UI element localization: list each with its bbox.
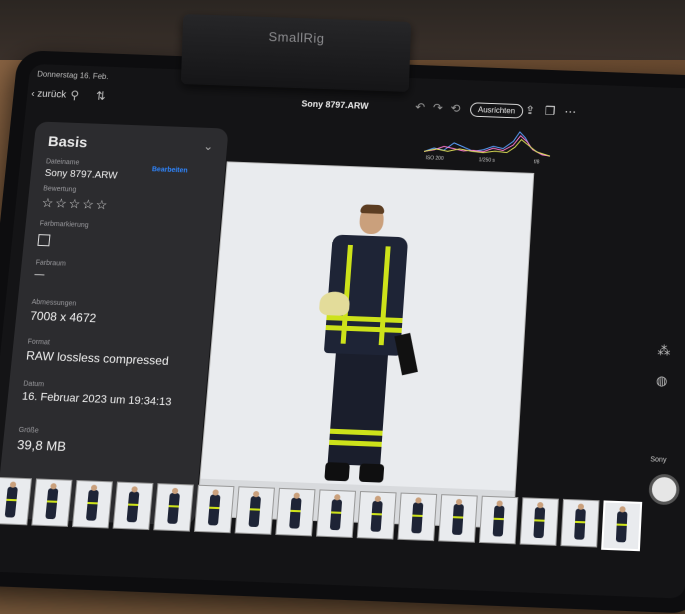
- histogram-shutter: 1/250 s: [478, 157, 496, 164]
- colorspace-value: —: [33, 269, 45, 281]
- rating-label: Bewertung: [42, 185, 77, 194]
- thumbnail-figure: [126, 491, 140, 523]
- color-label: Farbmarkierung: [39, 220, 89, 230]
- thumbnail-figure: [533, 506, 546, 539]
- thumbnail[interactable]: [153, 483, 194, 532]
- edit-filename-link[interactable]: Bearbeiten: [152, 166, 188, 174]
- thumbnail[interactable]: [316, 489, 357, 539]
- histogram-aperture: f/8: [533, 159, 540, 166]
- size-label: Größe: [18, 426, 39, 435]
- thumbnail-figure: [4, 486, 18, 518]
- panel-title: Basis: [47, 133, 89, 152]
- figure-boot: [358, 463, 385, 483]
- thumbnail[interactable]: [0, 476, 32, 526]
- firefighter-figure: [301, 204, 432, 498]
- format-value: RAW lossless compressed: [25, 348, 170, 368]
- chevron-down-icon[interactable]: ⌄: [203, 139, 214, 153]
- tablet-device: Donnerstag 16. Feb. ‹ zurück ⚲ ⇅ Sony 87…: [0, 50, 685, 614]
- dimensions-label: Abmessungen: [31, 298, 77, 308]
- date-label: Datum: [22, 380, 45, 389]
- clamp-brand-logo: SmallRig: [268, 29, 325, 46]
- thumbnail[interactable]: [112, 481, 154, 531]
- capture-label: Sony: [650, 456, 667, 465]
- info-panel: Basis ⌄ Dateiname Sony 8797.ARW Bearbeit…: [0, 121, 229, 526]
- adjust-icon[interactable]: ◍: [656, 373, 668, 389]
- thumbnail-figure: [574, 508, 586, 540]
- thumbnail-figure: [207, 494, 221, 526]
- sort-icon[interactable]: ⇅: [95, 89, 106, 103]
- thumbnail-figure: [370, 500, 383, 532]
- filename-label: Dateiname: [45, 158, 80, 167]
- thumbnail-figure: [492, 505, 505, 537]
- reset-icon[interactable]: ⟲: [450, 102, 461, 116]
- colorspace-label: Farbraum: [35, 259, 67, 268]
- thumbnail-figure: [45, 488, 59, 520]
- figure-helmet: [318, 291, 351, 316]
- thumbnail[interactable]: [438, 494, 478, 543]
- back-button[interactable]: ‹ zurück: [31, 89, 67, 101]
- rating-stars[interactable]: ☆☆☆☆☆: [41, 195, 110, 213]
- thumbnail[interactable]: [397, 492, 438, 542]
- dimensions-value: 7008 x 4672: [29, 308, 97, 326]
- filename-value: Sony 8797.ARW: [44, 168, 118, 182]
- format-label: Format: [27, 338, 51, 347]
- histogram: ISO 200 1/250 s f/8: [423, 125, 551, 168]
- more-icon[interactable]: ⋯: [564, 105, 577, 119]
- edit-button[interactable]: Ausrichten: [469, 102, 524, 119]
- tablet-screen: Donnerstag 16. Feb. ‹ zurück ⚲ ⇅ Sony 87…: [0, 63, 685, 599]
- figure-gloves: [394, 332, 418, 376]
- thumbnail[interactable]: [519, 497, 559, 546]
- tablet-clamp: SmallRig: [180, 14, 412, 92]
- thumbnail[interactable]: [31, 478, 73, 527]
- color-label-checkbox[interactable]: [37, 234, 51, 247]
- back-label: zurück: [36, 88, 67, 101]
- size-value: 39,8 MB: [16, 436, 67, 455]
- thumbnail[interactable]: [275, 487, 316, 537]
- thumbnail-figure: [451, 503, 464, 536]
- image-title: Sony 8797.ARW: [301, 98, 369, 111]
- thumbnail-figure: [85, 489, 99, 521]
- undo-icon[interactable]: ↶: [415, 100, 426, 114]
- thumbnail[interactable]: [234, 486, 275, 535]
- home-indicator[interactable]: [293, 591, 417, 599]
- thumbnail[interactable]: [71, 479, 113, 529]
- thumbnail[interactable]: [560, 498, 600, 548]
- magic-wand-icon[interactable]: ⁂: [657, 343, 671, 359]
- thumbnail-figure: [167, 492, 180, 524]
- thumbnail-selected[interactable]: [601, 500, 643, 552]
- figure-boot: [324, 462, 350, 482]
- filter-icon[interactable]: ⚲: [70, 88, 80, 102]
- copy-icon[interactable]: ❐: [544, 104, 555, 118]
- thumbnail-figure: [615, 511, 628, 543]
- redo-icon[interactable]: ↷: [432, 101, 443, 115]
- thumbnail[interactable]: [356, 490, 397, 540]
- histogram-iso: ISO 200: [425, 155, 444, 162]
- thumbnail-figure: [289, 497, 302, 529]
- thumbnail-figure: [411, 502, 424, 534]
- filmstrip: [0, 476, 644, 564]
- figure-pants: [327, 353, 388, 467]
- thumbnail-figure: [329, 499, 343, 531]
- date-value: 16. Februar 2023 um 19:34:13: [21, 390, 172, 409]
- thumbnail-figure: [248, 495, 262, 528]
- thumbnail[interactable]: [193, 484, 235, 534]
- histogram-graph: [424, 125, 552, 159]
- status-bar-date: Donnerstag 16. Feb.: [36, 69, 109, 82]
- thumbnail[interactable]: [478, 495, 519, 545]
- share-icon[interactable]: ⇪: [525, 103, 536, 117]
- main-photo[interactable]: [197, 162, 534, 528]
- figure-hair: [360, 204, 385, 214]
- capture-button[interactable]: [648, 473, 681, 506]
